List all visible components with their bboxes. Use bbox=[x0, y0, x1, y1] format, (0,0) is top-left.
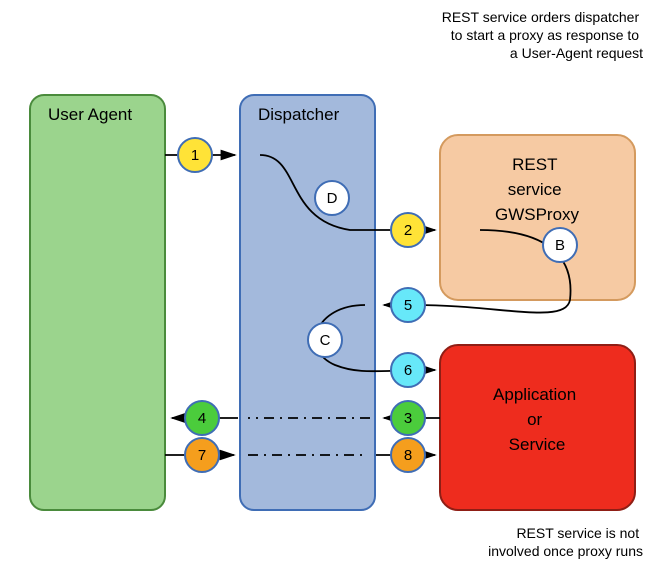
circle-1-label: 1 bbox=[191, 147, 199, 164]
label-dispatcher: Dispatcher bbox=[258, 105, 340, 124]
circle-b-label: B bbox=[555, 237, 565, 254]
box-dispatcher bbox=[240, 95, 375, 510]
circle-d-label: D bbox=[327, 190, 338, 207]
circle-5-label: 5 bbox=[404, 297, 412, 314]
label-user-agent: User Agent bbox=[48, 105, 132, 124]
circle-6-label: 6 bbox=[404, 362, 412, 379]
note-bottom: REST service is not involved once proxy … bbox=[488, 525, 643, 559]
circle-3-label: 3 bbox=[404, 410, 412, 427]
box-user-agent bbox=[30, 95, 165, 510]
circle-7-label: 7 bbox=[198, 447, 206, 464]
circle-8-label: 8 bbox=[404, 447, 412, 464]
circle-2-label: 2 bbox=[404, 222, 412, 239]
circle-4-label: 4 bbox=[198, 410, 206, 427]
note-top: REST service orders dispatcher to start … bbox=[442, 9, 643, 61]
circle-c-label: C bbox=[320, 332, 331, 349]
